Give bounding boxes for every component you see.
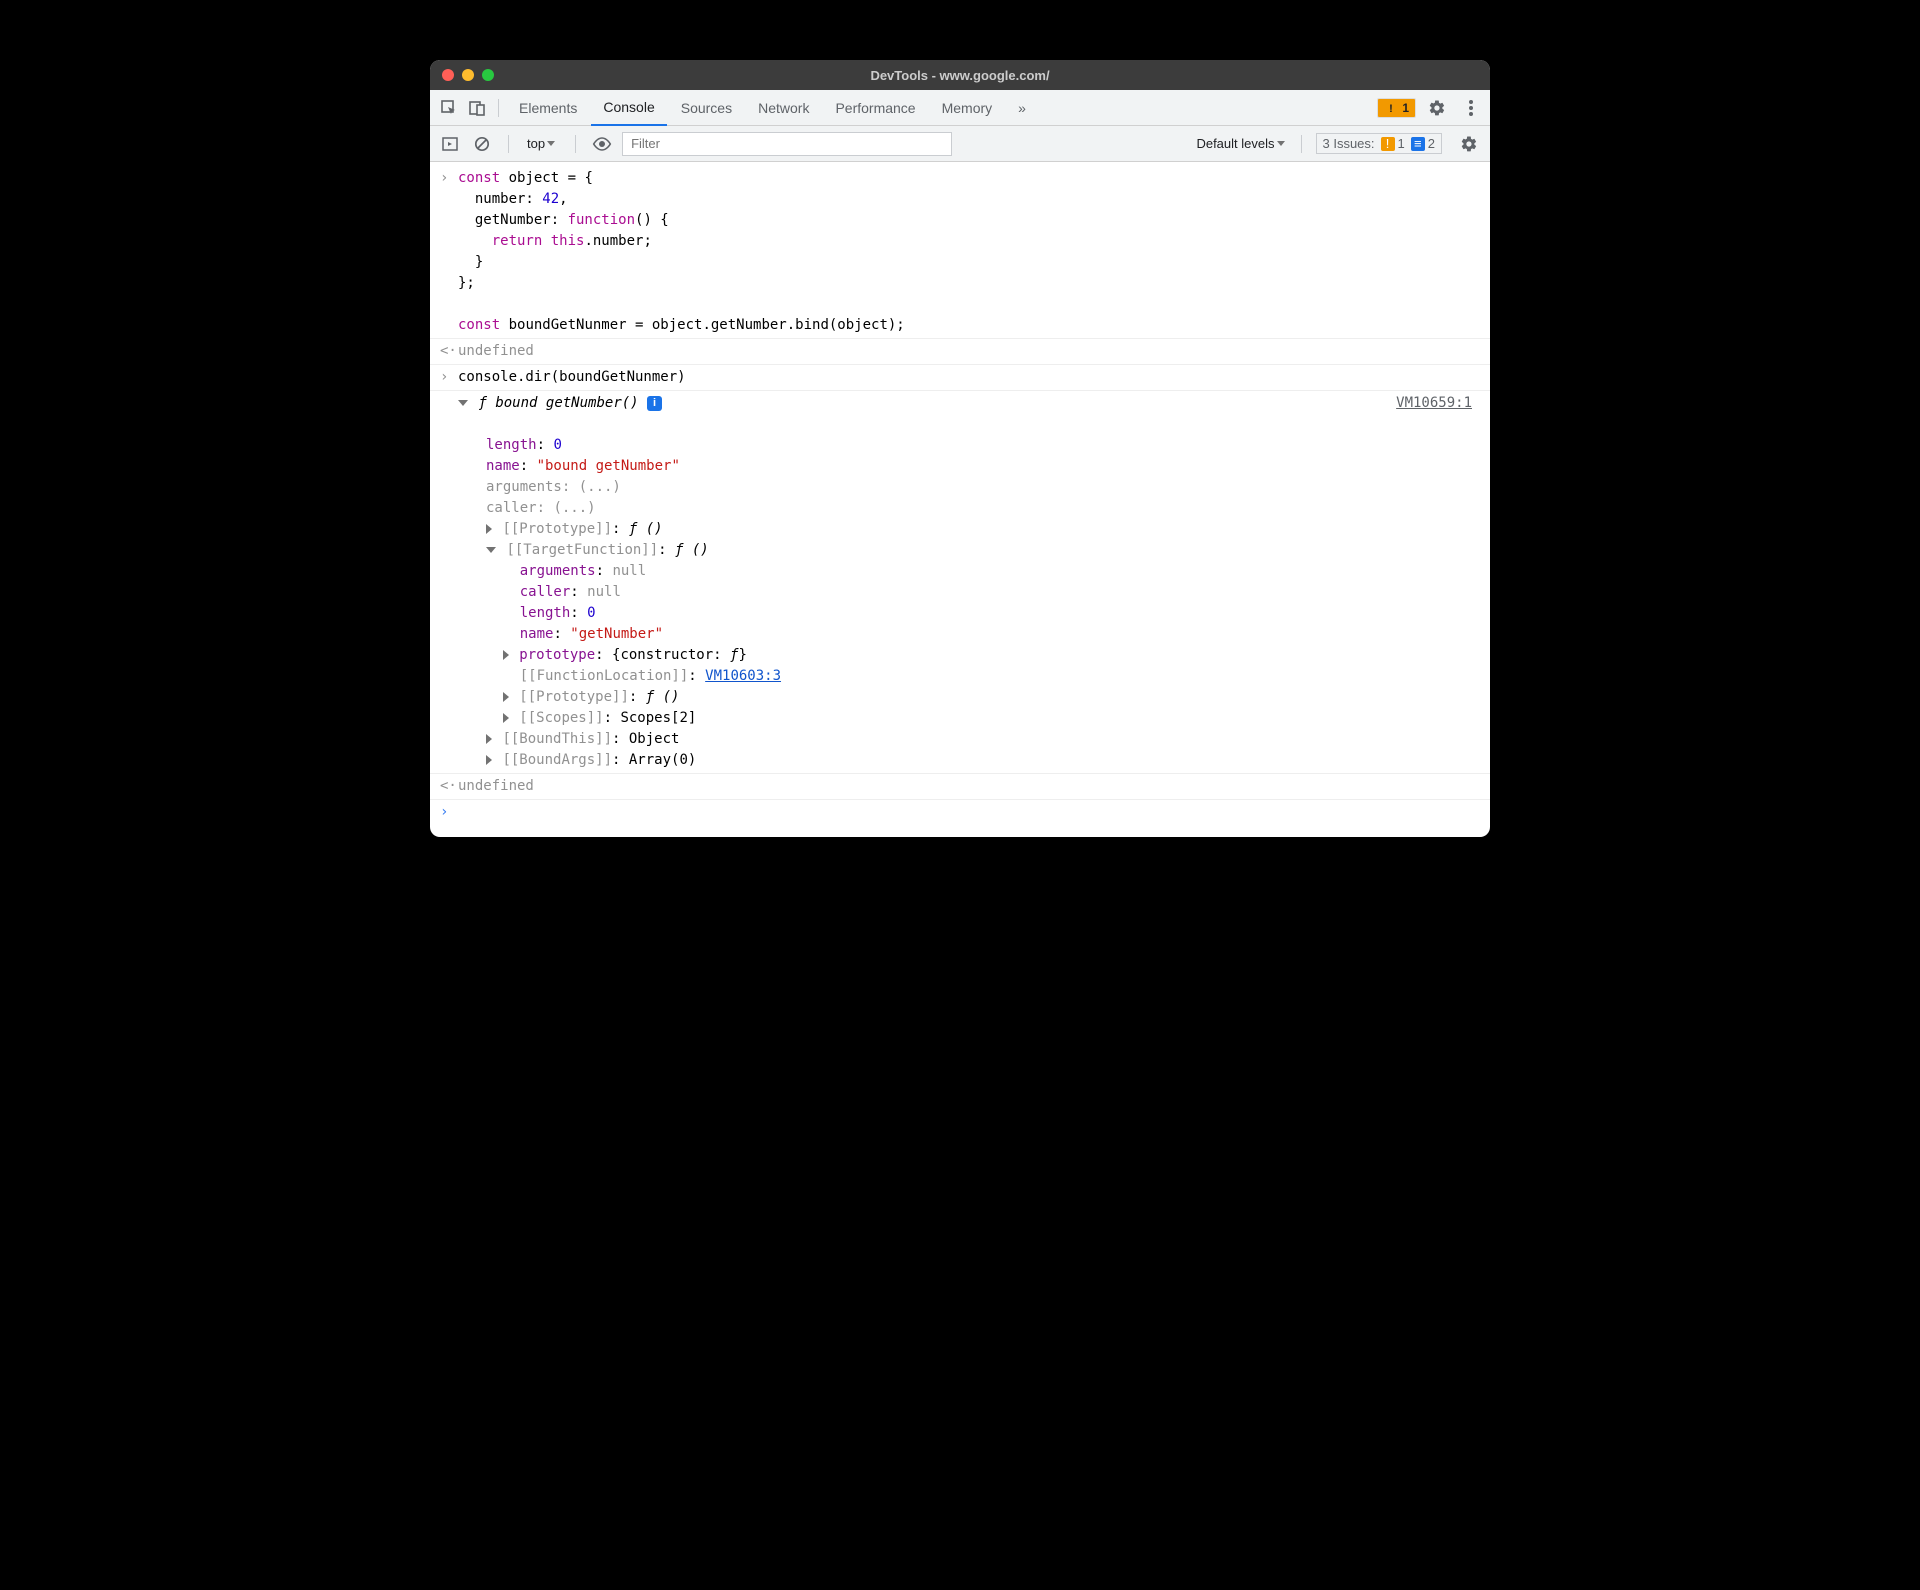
panel-tabs: Elements Console Sources Network Perform…	[430, 90, 1490, 126]
disclosure-triangle-icon[interactable]	[486, 734, 492, 744]
levels-label: Default levels	[1196, 136, 1274, 151]
output-icon: <·	[440, 341, 458, 362]
source-link[interactable]: VM10659:1	[1396, 393, 1472, 414]
disclosure-triangle-icon[interactable]	[503, 692, 509, 702]
code-block[interactable]: const object = { number: 42, getNumber: …	[458, 168, 1476, 336]
gutter	[440, 393, 458, 771]
console-input-row: › const object = { number: 42, getNumber…	[430, 166, 1490, 338]
chevron-down-icon	[1277, 141, 1285, 146]
console-result-row: <· undefined	[430, 773, 1490, 799]
disclosure-triangle-icon[interactable]	[503, 713, 509, 723]
result-value: undefined	[458, 341, 1476, 362]
console-input-row: › console.dir(boundGetNunmer)	[430, 364, 1490, 390]
input-prompt-icon: ›	[440, 168, 458, 336]
traffic-lights	[442, 69, 494, 81]
window-title: DevTools - www.google.com/	[430, 68, 1490, 83]
result-value: undefined	[458, 776, 1476, 797]
inspect-icon[interactable]	[436, 95, 462, 121]
tab-sources[interactable]: Sources	[669, 90, 744, 126]
input-prompt-icon: ›	[440, 367, 458, 388]
issues-label: 3 Issues:	[1323, 136, 1375, 151]
warning-icon: !	[1381, 137, 1395, 151]
sidebar-toggle-icon[interactable]	[438, 132, 462, 156]
console-prompt-row[interactable]: ›	[430, 799, 1490, 825]
disclosure-triangle-icon[interactable]	[486, 524, 492, 534]
live-expression-icon[interactable]	[590, 132, 614, 156]
console-dir-row: VM10659:1 ƒ bound getNumber() i length: …	[430, 390, 1490, 773]
output-icon: <·	[440, 776, 458, 797]
prompt-icon: ›	[440, 802, 458, 823]
issues-button[interactable]: 3 Issues: !1 ≡2	[1316, 133, 1443, 154]
issues-warn-count: 1	[1398, 136, 1405, 151]
disclosure-triangle-icon[interactable]	[503, 650, 509, 660]
console-result-row: <· undefined	[430, 338, 1490, 364]
info-icon: ≡	[1411, 137, 1425, 151]
console-input[interactable]	[458, 802, 1476, 823]
device-toolbar-icon[interactable]	[464, 95, 490, 121]
log-levels-selector[interactable]: Default levels	[1196, 136, 1286, 151]
devtools-window: DevTools - www.google.com/ Elements Cons…	[430, 60, 1490, 837]
svg-text:!: !	[1389, 103, 1393, 115]
titlebar: DevTools - www.google.com/	[430, 60, 1490, 90]
issues-info-count: 2	[1428, 136, 1435, 151]
tabs-overflow[interactable]: »	[1006, 90, 1038, 126]
tab-elements[interactable]: Elements	[507, 90, 589, 126]
chevron-down-icon	[547, 141, 555, 146]
tab-memory[interactable]: Memory	[930, 90, 1005, 126]
warnings-badge[interactable]: ! 1	[1377, 98, 1416, 118]
filter-input[interactable]	[622, 132, 952, 156]
more-icon[interactable]	[1458, 95, 1484, 121]
tab-performance[interactable]: Performance	[823, 90, 927, 126]
warnings-count: 1	[1402, 101, 1409, 115]
separator	[575, 135, 576, 153]
clear-console-icon[interactable]	[470, 132, 494, 156]
info-icon[interactable]: i	[647, 396, 662, 411]
console-settings-icon[interactable]	[1456, 131, 1482, 157]
separator	[1301, 135, 1302, 153]
zoom-window-button[interactable]	[482, 69, 494, 81]
object-tree[interactable]: VM10659:1 ƒ bound getNumber() i length: …	[458, 393, 1476, 771]
separator	[498, 99, 499, 117]
tab-network[interactable]: Network	[746, 90, 821, 126]
disclosure-triangle-icon[interactable]	[486, 547, 496, 553]
disclosure-triangle-icon[interactable]	[486, 755, 492, 765]
context-label: top	[527, 136, 545, 151]
console-toolbar: top Default levels 3 Issues: !1 ≡2	[430, 126, 1490, 162]
settings-icon[interactable]	[1424, 95, 1450, 121]
close-window-button[interactable]	[442, 69, 454, 81]
separator	[508, 135, 509, 153]
context-selector[interactable]: top	[523, 136, 561, 151]
tab-console[interactable]: Console	[591, 90, 666, 126]
code-line[interactable]: console.dir(boundGetNunmer)	[458, 367, 1476, 388]
console-output: › const object = { number: 42, getNumber…	[430, 162, 1490, 837]
minimize-window-button[interactable]	[462, 69, 474, 81]
function-location-link[interactable]: VM10603:3	[705, 668, 781, 684]
disclosure-triangle-icon[interactable]	[458, 400, 468, 406]
